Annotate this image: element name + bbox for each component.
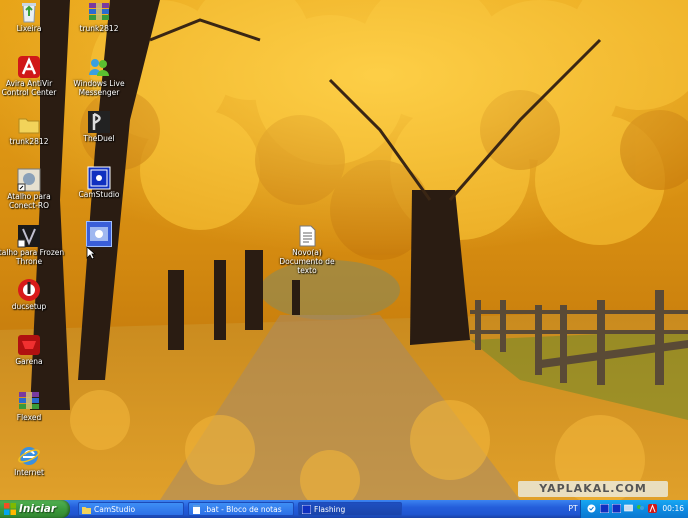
system-tray: 00:16	[580, 500, 688, 518]
display-tray-icon[interactable]	[624, 504, 633, 513]
camstudio-icon	[87, 166, 111, 190]
folder-icon	[17, 113, 41, 137]
rar-archive-icon	[17, 389, 41, 413]
desktop-icon-label: Flexed	[16, 413, 42, 422]
desktop-icon-label: TheDuel	[83, 134, 115, 143]
notepad-icon	[193, 505, 200, 514]
avira-icon	[17, 55, 41, 79]
desktop-icon-selected-app[interactable]	[62, 221, 136, 247]
frozen-throne-icon	[17, 224, 41, 248]
desktop-icon-label: Garena	[15, 357, 43, 366]
desktop-icon-label: trunk2812	[79, 24, 119, 33]
theduel-icon	[87, 110, 111, 134]
desktop-icon-messenger[interactable]: Windows Live Messenger	[62, 55, 136, 97]
taskbar-item-notepad[interactable]: .bat - Bloco de notas	[188, 502, 294, 516]
desktop-icon-recycle-bin[interactable]: Lixeira	[0, 0, 66, 33]
desktop-icon-label: Atalho para Conect-RO	[7, 192, 51, 210]
camstudio-tray-icon[interactable]	[612, 504, 621, 513]
taskbar-item-label: Flashing	[314, 505, 346, 514]
desktop-icon-label: ducsetup	[11, 302, 47, 311]
windows-flag-icon	[4, 503, 16, 515]
internet-explorer-icon	[17, 444, 41, 468]
desktop-icon-label: trunk2812	[9, 137, 49, 146]
language-indicator[interactable]: PT	[566, 500, 580, 518]
avira-tray-icon[interactable]	[648, 504, 657, 513]
messenger-icon	[87, 55, 111, 79]
messenger-tray-icon[interactable]	[636, 504, 645, 513]
text-document-icon	[295, 224, 319, 248]
taskbar-item-flashing[interactable]: Flashing	[298, 502, 402, 516]
desktop-icon-text-document[interactable]: Novo(a) Documento de texto	[270, 224, 344, 275]
desktop-icon-trunk2812-archive[interactable]: trunk2812	[62, 0, 136, 33]
desktop-icon-label: Internet	[14, 468, 44, 477]
flashing-app-icon	[302, 505, 311, 514]
desktop-icon-avira[interactable]: Avira AntiVir Control Center	[0, 55, 66, 97]
desktop-icon-trunk2812-folder[interactable]: trunk2812	[0, 113, 66, 146]
tray-app-icon[interactable]	[587, 504, 596, 513]
desktop-icon-garena[interactable]: Garena	[0, 333, 66, 366]
recycle-bin-icon	[17, 0, 41, 24]
desktop-icon-frozen-throne[interactable]: Atalho para Frozen Throne	[0, 224, 66, 266]
desktop: Lixeira Avira AntiVir Control Center tru…	[0, 0, 688, 500]
camstudio-tray-icon[interactable]	[600, 504, 609, 513]
rar-archive-icon	[87, 0, 111, 24]
start-button[interactable]: Iniciar	[0, 500, 70, 518]
desktop-icon-theduel[interactable]: TheDuel	[62, 110, 136, 143]
desktop-icon-conect-ro[interactable]: Atalho para Conect-RO	[0, 168, 66, 210]
desktop-icon-ducsetup[interactable]: ducsetup	[0, 278, 66, 311]
desktop-icon-label: CamStudio	[78, 190, 120, 199]
taskbar-item-label: CamStudio	[94, 505, 136, 514]
desktop-icon-camstudio[interactable]: CamStudio	[62, 166, 136, 199]
desktop-icon-internet[interactable]: Internet	[0, 444, 66, 477]
taskbar-item-camstudio[interactable]: CamStudio	[78, 502, 184, 516]
desktop-icon-label: Atalho para Frozen Throne	[0, 248, 65, 266]
desktop-icon-label: Windows Live Messenger	[73, 79, 125, 97]
clock[interactable]: 00:16	[662, 500, 684, 518]
shortcut-icon	[17, 168, 41, 192]
garena-icon	[17, 333, 41, 357]
desktop-icon-label: Lixeira	[16, 24, 42, 33]
mouse-cursor-icon	[86, 246, 96, 260]
start-label: Iniciar	[19, 503, 57, 515]
taskbar: Iniciar CamStudio .bat - Bloco de notas …	[0, 500, 688, 518]
desktop-icon-flexed[interactable]: Flexed	[0, 389, 66, 422]
taskbar-item-label: .bat - Bloco de notas	[204, 505, 282, 514]
watermark: YAPLAKAL.COM	[518, 481, 668, 497]
selected-app-icon	[86, 221, 112, 247]
ducsetup-icon	[17, 278, 41, 302]
folder-icon	[82, 507, 91, 514]
desktop-icon-label: Novo(a) Documento de texto	[279, 248, 335, 275]
desktop-icon-label: Avira AntiVir Control Center	[1, 79, 57, 97]
